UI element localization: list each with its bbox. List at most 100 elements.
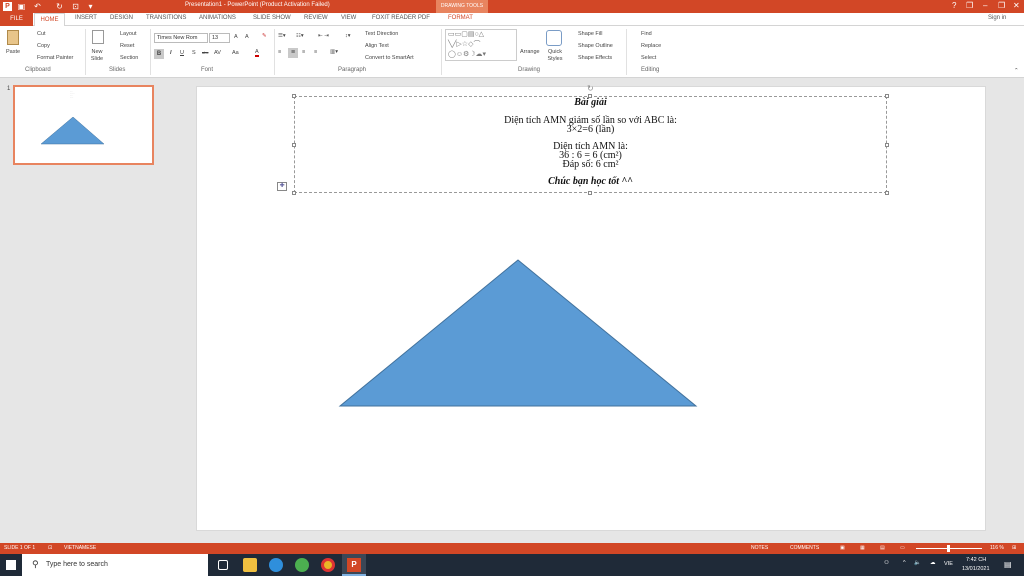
align-text-button[interactable]: Align Text bbox=[365, 43, 389, 49]
strikethrough-button[interactable]: abc bbox=[202, 50, 208, 55]
comments-button[interactable]: COMMENTS bbox=[790, 543, 819, 554]
resize-handle[interactable] bbox=[885, 191, 889, 195]
align-left-icon[interactable]: ≡ bbox=[278, 49, 281, 55]
tab-transitions[interactable]: TRANSITIONS bbox=[146, 15, 186, 21]
rotate-handle-icon[interactable]: ↻ bbox=[587, 84, 594, 93]
indent-icons[interactable]: ⇤ ⇥ bbox=[318, 33, 329, 39]
save-icon[interactable]: ▣ bbox=[17, 2, 26, 11]
clock-time[interactable]: 7:42 CH bbox=[966, 557, 986, 563]
notes-button[interactable]: NOTES bbox=[751, 543, 768, 554]
tab-review[interactable]: REVIEW bbox=[304, 15, 328, 21]
fit-slide-icon[interactable]: ⊞ bbox=[1012, 543, 1016, 554]
tab-home[interactable]: HOME bbox=[34, 13, 65, 26]
format-painter-button[interactable]: Format Painter bbox=[37, 55, 73, 61]
tray-expand-icon[interactable]: ^ bbox=[903, 560, 906, 566]
section-button[interactable]: Section bbox=[120, 55, 138, 61]
task-view-icon[interactable] bbox=[218, 560, 228, 570]
redo-icon[interactable]: ↻ bbox=[55, 2, 64, 11]
shrink-font-icon[interactable]: A bbox=[245, 34, 249, 40]
bold-button[interactable]: B bbox=[154, 49, 164, 59]
align-right-icon[interactable]: ≡ bbox=[302, 49, 305, 55]
tab-view[interactable]: VIEW bbox=[341, 15, 356, 21]
notifications-icon[interactable]: ▤ bbox=[1004, 560, 1012, 569]
slideshow-view-icon[interactable]: ▭ bbox=[900, 543, 905, 554]
shape-effects-button[interactable]: Shape Effects bbox=[578, 55, 612, 61]
layout-button[interactable]: Layout bbox=[120, 31, 137, 37]
edge-icon[interactable] bbox=[269, 558, 283, 572]
app-icon[interactable] bbox=[295, 558, 309, 572]
tab-animations[interactable]: ANIMATIONS bbox=[199, 15, 236, 21]
chrome-icon[interactable] bbox=[321, 558, 335, 572]
quick-styles-button[interactable]: Quick Styles bbox=[544, 49, 566, 63]
justify-icon[interactable]: ≡ bbox=[314, 49, 317, 55]
line-spacing-icon[interactable]: ↕▾ bbox=[345, 33, 351, 39]
find-button[interactable]: Find bbox=[641, 31, 652, 37]
spell-check-icon[interactable]: ⊡ bbox=[48, 543, 52, 554]
slide-sorter-icon[interactable]: ▦ bbox=[860, 543, 865, 554]
font-size-box[interactable]: 13 bbox=[209, 33, 230, 43]
zoom-level[interactable]: 116 % bbox=[990, 543, 1004, 554]
zoom-thumb[interactable] bbox=[947, 545, 950, 552]
tab-design[interactable]: DESIGN bbox=[110, 15, 133, 21]
shape-outline-button[interactable]: Shape Outline bbox=[578, 43, 613, 49]
customize-qat-icon[interactable]: ▾ bbox=[86, 2, 95, 11]
shape-fill-button[interactable]: Shape Fill bbox=[578, 31, 602, 37]
layout-options-icon[interactable]: ✚ bbox=[277, 182, 287, 191]
reset-button[interactable]: Reset bbox=[120, 43, 134, 49]
numbering-icon[interactable]: ☷▾ bbox=[296, 33, 304, 39]
paste-button[interactable]: Paste bbox=[6, 49, 20, 55]
change-case-button[interactable]: Aa bbox=[232, 50, 239, 56]
copy-button[interactable]: Copy bbox=[37, 43, 50, 49]
language-indicator[interactable]: VIETNAMESE bbox=[64, 543, 96, 554]
close-button[interactable]: ✕ bbox=[1013, 1, 1020, 10]
shapes-gallery[interactable]: ▭▭▢▤○△ ╲╱▷☆◇⌒ ◯☺⚙☽☁▾ bbox=[445, 29, 517, 61]
grow-font-icon[interactable]: A bbox=[234, 34, 238, 40]
tab-foxit[interactable]: FOXIT READER PDF bbox=[372, 15, 430, 21]
columns-icon[interactable]: ▥▾ bbox=[330, 49, 338, 55]
network-icon[interactable]: ☁ bbox=[930, 560, 936, 566]
resize-handle[interactable] bbox=[588, 191, 592, 195]
italic-button[interactable]: I bbox=[170, 50, 172, 56]
minimize-button[interactable]: – bbox=[983, 1, 987, 10]
replace-button[interactable]: Replace bbox=[641, 43, 661, 49]
slide-thumbnail[interactable]: ···· ······· ···· ····· bbox=[13, 85, 154, 165]
clear-format-icon[interactable]: ✎ bbox=[262, 33, 267, 39]
search-box[interactable]: Type here to search bbox=[22, 554, 208, 576]
help-button[interactable]: ? bbox=[952, 1, 956, 10]
people-icon[interactable]: ⚇ bbox=[884, 560, 889, 566]
underline-button[interactable]: U bbox=[180, 50, 184, 56]
convert-smartart-button[interactable]: Convert to SmartArt bbox=[365, 55, 414, 61]
shadow-button[interactable]: S bbox=[192, 50, 196, 56]
arrange-button[interactable]: Arrange bbox=[520, 49, 540, 55]
tab-insert[interactable]: INSERT bbox=[75, 15, 97, 21]
start-slideshow-icon[interactable]: ⊡ bbox=[71, 2, 80, 11]
select-button[interactable]: Select bbox=[641, 55, 656, 61]
font-color-button[interactable]: A bbox=[255, 49, 259, 57]
undo-icon[interactable]: ↶ bbox=[33, 2, 42, 11]
windows-start-icon[interactable] bbox=[6, 560, 16, 570]
file-explorer-icon[interactable] bbox=[243, 558, 257, 572]
collapse-ribbon-icon[interactable]: ⌃ bbox=[1014, 68, 1019, 74]
clock-date[interactable]: 13/01/2021 bbox=[962, 566, 990, 572]
volume-icon[interactable]: 🔈 bbox=[914, 560, 921, 566]
normal-view-icon[interactable]: ▣ bbox=[840, 543, 845, 554]
new-slide-icon[interactable] bbox=[92, 30, 104, 44]
sign-in-link[interactable]: Sign in bbox=[988, 15, 1006, 21]
tab-slide-show[interactable]: SLIDE SHOW bbox=[253, 15, 291, 21]
tab-file[interactable]: FILE bbox=[0, 13, 33, 26]
powerpoint-taskbar-icon[interactable]: P bbox=[342, 554, 366, 576]
triangle-shape[interactable] bbox=[338, 259, 698, 408]
font-name-box[interactable]: Times New Rom bbox=[154, 33, 208, 43]
reading-view-icon[interactable]: ▤ bbox=[880, 543, 885, 554]
new-slide-button[interactable]: New Slide bbox=[88, 49, 106, 63]
char-spacing-button[interactable]: AV bbox=[214, 50, 221, 56]
quick-styles-icon[interactable] bbox=[546, 30, 562, 46]
ribbon-display-button[interactable]: ❐ bbox=[966, 1, 973, 10]
bullets-icon[interactable]: ☰▾ bbox=[278, 33, 286, 39]
restore-button[interactable]: ❐ bbox=[998, 1, 1005, 10]
input-language[interactable]: VIE bbox=[944, 561, 953, 567]
cut-button[interactable]: Cut bbox=[37, 31, 46, 37]
resize-handle[interactable] bbox=[292, 191, 296, 195]
text-direction-button[interactable]: Text Direction bbox=[365, 31, 398, 37]
align-center-icon[interactable]: ≡ bbox=[288, 48, 298, 58]
